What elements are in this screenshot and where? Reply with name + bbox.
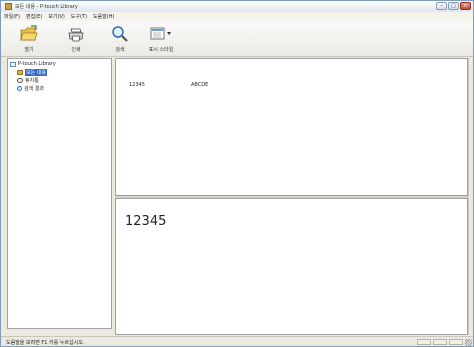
tree-item-search-results[interactable]: 검색 결과 — [17, 85, 44, 92]
tree-root[interactable]: P-touch Library — [10, 61, 56, 67]
right-frame-edge — [468, 58, 473, 335]
menu-view[interactable]: 보기(V) — [45, 13, 68, 20]
status-panels — [417, 339, 463, 345]
display-style-label: 표시 스타일 — [148, 47, 174, 53]
tree-item-label: 휴지통 — [25, 77, 39, 84]
app-icon — [5, 3, 12, 10]
display-style-icon — [150, 27, 171, 40]
layout-list-pane[interactable]: 12345 ABCDE — [115, 58, 468, 196]
resize-grip[interactable] — [465, 339, 472, 346]
print-label: 인쇄 — [71, 47, 81, 53]
status-bar: 도움말을 보려면 F1 키를 누르십시오. — [1, 336, 473, 346]
status-panel — [433, 339, 447, 345]
title-bar: 모든 내용 - P-touch Library – □ × — [1, 1, 473, 12]
menu-file[interactable]: 파일(F) — [1, 13, 23, 20]
preview-pane: 12345 — [115, 198, 468, 335]
display-style-button[interactable]: 표시 스타일 — [142, 24, 180, 54]
search-label: 검색 — [115, 47, 125, 53]
minimize-button[interactable]: – — [436, 2, 447, 10]
trash-icon — [17, 77, 23, 83]
menu-bar: 파일(F) 편집(E) 보기(V) 도구(T) 도움말(H) — [1, 12, 473, 21]
tree-item-label: 검색 결과 — [24, 85, 44, 92]
tree-root-label: P-touch Library — [18, 61, 56, 67]
open-label: 열기 — [24, 47, 34, 53]
library-icon — [10, 61, 16, 67]
status-panel — [449, 339, 463, 345]
open-folder-icon — [20, 25, 38, 41]
tree-item-trash[interactable]: 휴지통 — [17, 77, 39, 84]
toolbar: 열기 인쇄 검색 표시 스타일 — [1, 21, 473, 57]
list-cell-text[interactable]: ABCDE — [191, 82, 208, 88]
tree-item-all-contents[interactable]: 모든 내용 — [17, 68, 47, 76]
search-button[interactable]: 검색 — [105, 24, 135, 54]
close-button[interactable]: × — [460, 2, 471, 10]
preview-text: 12345 — [125, 214, 167, 229]
print-button[interactable]: 인쇄 — [61, 24, 91, 54]
window-title: 모든 내용 - P-touch Library — [15, 4, 78, 10]
magnifier-icon — [112, 26, 128, 42]
app-window: 모든 내용 - P-touch Library – □ × 파일(F) 편집(E… — [0, 0, 474, 347]
tree-item-label: 모든 내용 — [25, 68, 47, 76]
maximize-button[interactable]: □ — [448, 2, 459, 10]
menu-tools[interactable]: 도구(T) — [68, 13, 90, 20]
menu-help[interactable]: 도움말(H) — [90, 13, 117, 20]
folder-icon — [17, 69, 23, 75]
folder-tree: P-touch Library 모든 내용 휴지통 검색 결과 — [7, 58, 112, 329]
printer-icon — [68, 28, 84, 42]
status-text: 도움말을 보려면 F1 키를 누르십시오. — [6, 339, 85, 346]
menu-edit[interactable]: 편집(E) — [23, 13, 45, 20]
status-panel — [417, 339, 431, 345]
list-cell-text[interactable]: 12345 — [129, 82, 145, 88]
window-controls: – □ × — [436, 2, 471, 10]
search-results-icon — [17, 85, 22, 91]
open-button[interactable]: 열기 — [14, 24, 44, 54]
